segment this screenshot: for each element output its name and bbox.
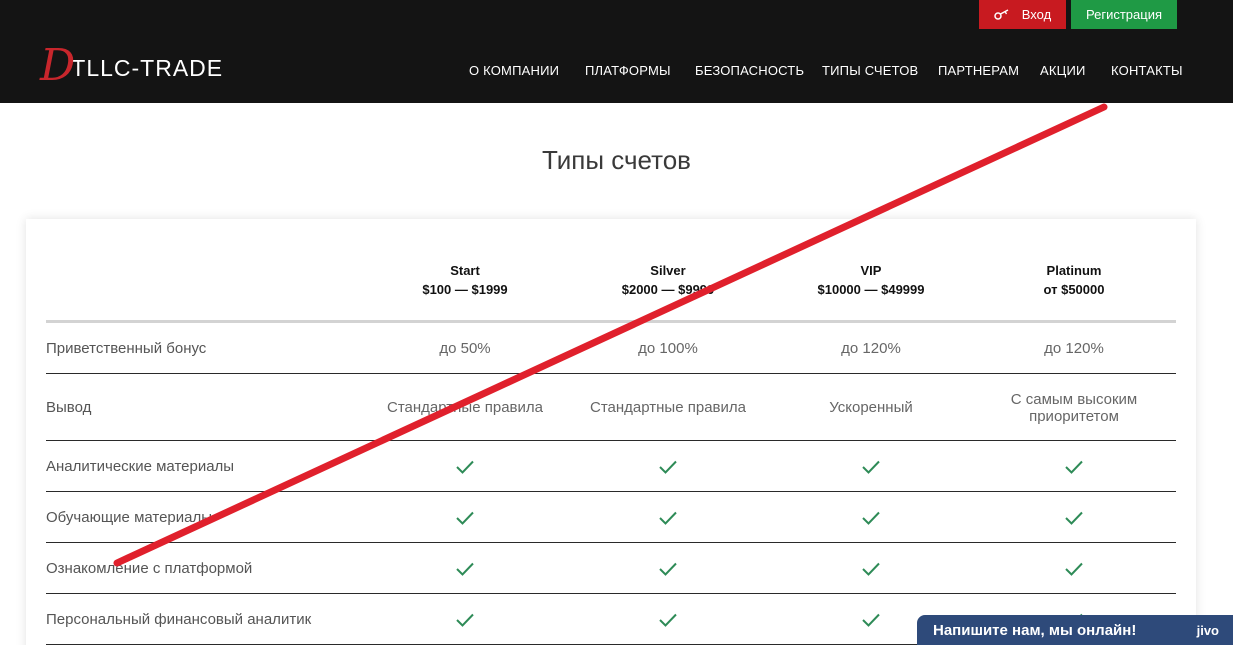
chat-widget-text: Напишите нам, мы онлайн! xyxy=(933,621,1137,639)
checkmark-icon xyxy=(659,613,677,627)
nav-item-account-types[interactable]: ТИПЫ СЧЕТОВ xyxy=(822,63,918,78)
nav-item-contacts[interactable]: КОНТАКТЫ xyxy=(1111,63,1183,78)
row-label-personal-analyst: Персональный финансовый аналитик xyxy=(46,611,312,628)
checkmark-icon xyxy=(1065,562,1083,576)
chat-brand-logo: jivo xyxy=(1196,623,1219,638)
row-label-withdrawal: Вывод xyxy=(46,399,92,416)
key-icon xyxy=(994,8,1010,21)
nav-item-partners[interactable]: ПАРТНЕРАМ xyxy=(938,63,1019,78)
plan-header-vip: VIP $10000 — $49999 xyxy=(771,261,971,299)
checkmark-icon xyxy=(1065,460,1083,474)
plan-name: VIP xyxy=(860,263,882,278)
plan-range: от $50000 xyxy=(1043,282,1105,297)
nav-item-promotions[interactable]: АКЦИИ xyxy=(1040,63,1086,78)
plan-range: $10000 — $49999 xyxy=(817,282,925,297)
table-cell: до 100% xyxy=(638,340,698,357)
row-label-analytics: Аналитические материалы xyxy=(46,458,235,475)
row-label-platform-intro: Ознакомление с платформой xyxy=(46,560,253,577)
table-cell: до 50% xyxy=(439,340,491,357)
checkmark-icon xyxy=(862,562,880,576)
plan-name: Start xyxy=(450,263,480,278)
table-cell: С самым высоким приоритетом xyxy=(1010,391,1138,425)
row-divider xyxy=(46,440,1176,441)
header-divider xyxy=(46,320,1176,323)
checkmark-icon xyxy=(456,562,474,576)
page-title: Типы счетов xyxy=(542,145,691,175)
plan-header-silver: Silver $2000 — $9999 xyxy=(568,261,768,299)
checkmark-icon xyxy=(659,460,677,474)
account-types-table: Start $100 — $1999 Silver $2000 — $9999 … xyxy=(26,219,1196,645)
plan-range: $100 — $1999 xyxy=(422,282,508,297)
table-cell: Стандартные правила xyxy=(590,399,746,416)
plan-range: $2000 — $9999 xyxy=(621,282,715,297)
plan-name: Silver xyxy=(650,263,686,278)
table-cell: Стандартные правила xyxy=(387,399,543,416)
row-label-bonus: Приветственный бонус xyxy=(46,340,207,357)
nav-item-security[interactable]: БЕЗОПАСНОСТЬ xyxy=(695,63,804,78)
login-button[interactable]: Вход xyxy=(979,0,1066,29)
table-cell: Ускоренный xyxy=(829,399,913,416)
checkmark-icon xyxy=(862,460,880,474)
plan-name: Platinum xyxy=(1046,263,1102,278)
checkmark-icon xyxy=(456,460,474,474)
row-divider xyxy=(46,542,1176,543)
checkmark-icon xyxy=(659,562,677,576)
plan-header-platinum: Platinum от $50000 xyxy=(974,261,1174,299)
plan-header-start: Start $100 — $1999 xyxy=(365,261,565,299)
table-cell: до 120% xyxy=(841,340,901,357)
site-header: D TLLC-TRADE Вход Регистрация О КОМПАНИИ… xyxy=(0,0,1233,103)
nav-item-company[interactable]: О КОМПАНИИ xyxy=(469,63,559,78)
row-divider xyxy=(46,373,1176,374)
checkmark-icon xyxy=(1065,511,1083,525)
checkmark-icon xyxy=(456,511,474,525)
checkmark-icon xyxy=(862,511,880,525)
table-cell: до 120% xyxy=(1044,340,1104,357)
row-label-education: Обучающие материалы xyxy=(46,509,213,526)
row-divider xyxy=(46,491,1176,492)
main-nav: О КОМПАНИИ ПЛАТФОРМЫ БЕЗОПАСНОСТЬ ТИПЫ С… xyxy=(0,63,1233,81)
row-divider xyxy=(46,593,1176,594)
checkmark-icon xyxy=(659,511,677,525)
register-button[interactable]: Регистрация xyxy=(1071,0,1177,29)
nav-item-platforms[interactable]: ПЛАТФОРМЫ xyxy=(585,63,671,78)
checkmark-icon xyxy=(862,613,880,627)
login-label: Вход xyxy=(1021,7,1052,22)
chat-widget[interactable]: Напишите нам, мы онлайн! jivo xyxy=(917,615,1233,645)
checkmark-icon xyxy=(456,613,474,627)
